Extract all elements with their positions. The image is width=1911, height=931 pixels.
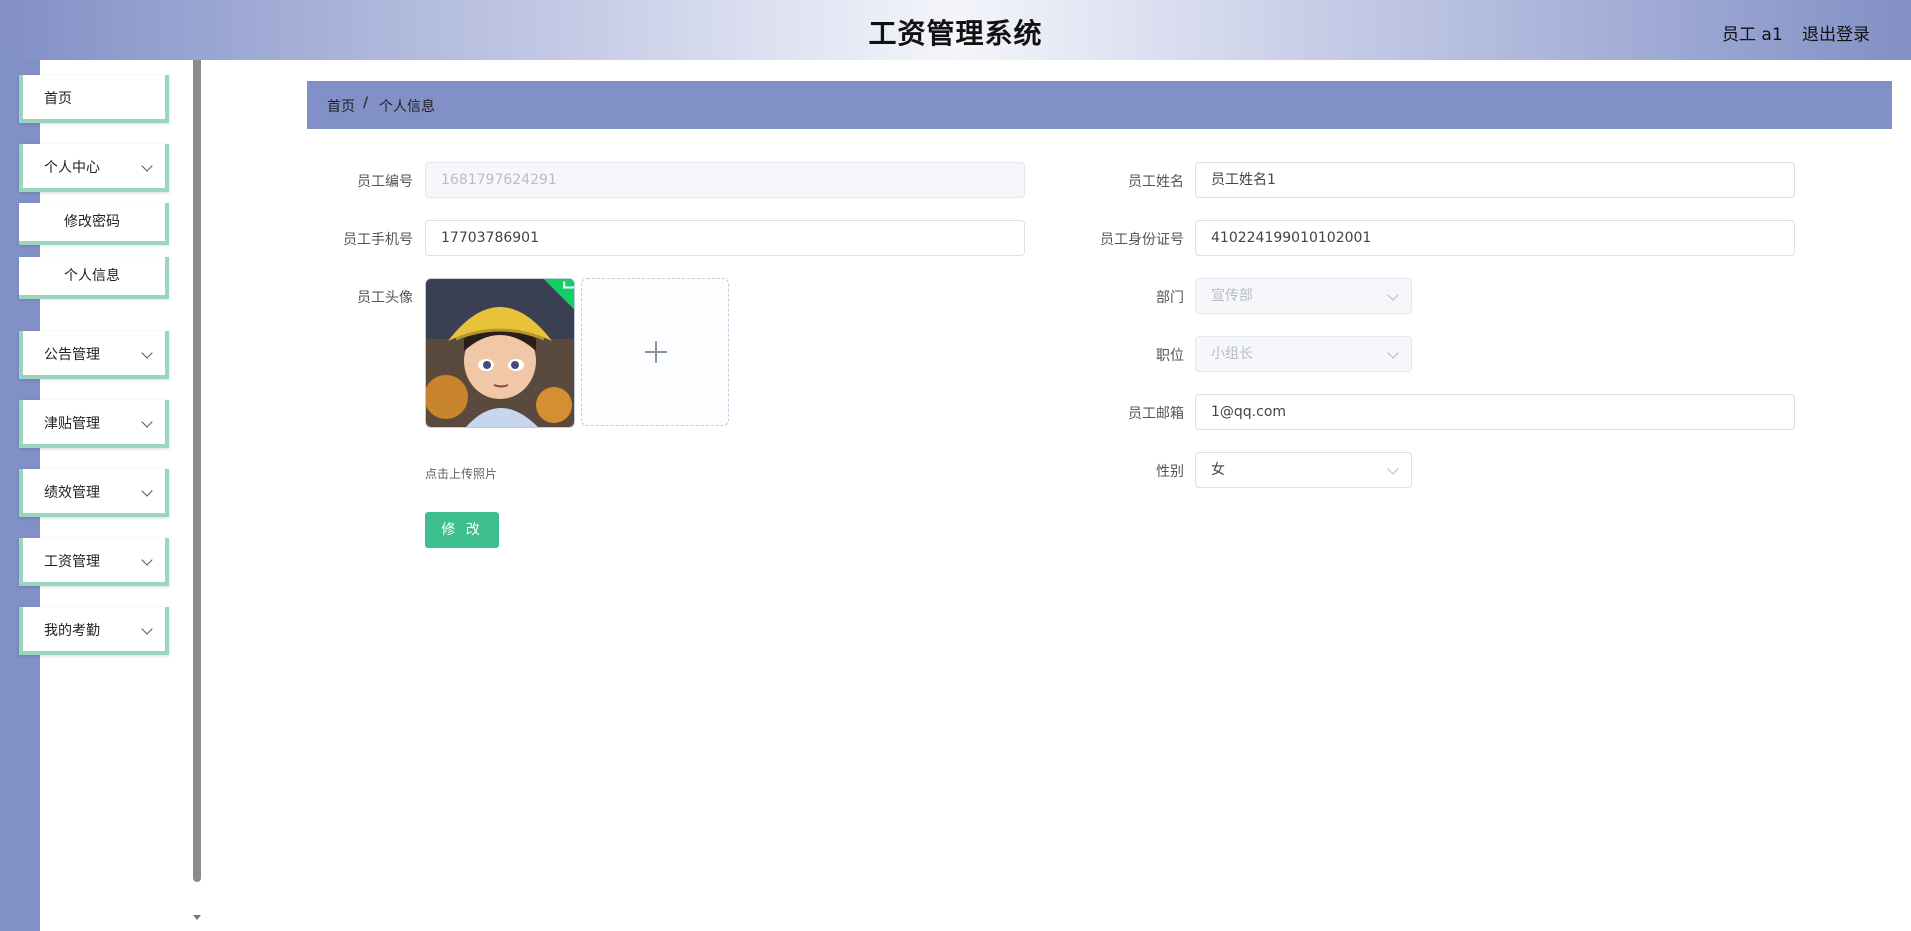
sidebar-item-label: 首页 — [44, 91, 72, 107]
avatar-image[interactable] — [425, 278, 575, 428]
sidebar-item-label: 津贴管理 — [44, 416, 100, 432]
position-select: 小组长 — [1195, 336, 1412, 372]
sidebar-item-performance-management[interactable]: 绩效管理 — [19, 469, 169, 517]
gender-label: 性别 — [1156, 464, 1184, 480]
plus-icon-vertical — [655, 341, 657, 363]
id-card-field[interactable]: 410224199010102001 — [1195, 220, 1795, 256]
top-header: 工资管理系统 员工 a1 退出登录 — [0, 0, 1911, 60]
emp-name-label: 员工姓名 — [1128, 174, 1184, 190]
sidebar-item-my-attendance[interactable]: 我的考勤 — [19, 607, 169, 655]
id-card-label: 员工身份证号 — [1100, 232, 1184, 248]
breadcrumb-separator: / — [363, 95, 369, 111]
current-user-label: 员工 a1 — [1722, 25, 1783, 45]
email-label: 员工邮箱 — [1128, 406, 1184, 422]
breadcrumb-home[interactable]: 首页 — [327, 96, 355, 116]
avatar-upload-button[interactable] — [581, 278, 729, 426]
emp-no-field: 1681797624291 — [425, 162, 1025, 198]
sidebar-subitem-label: 个人信息 — [64, 268, 120, 284]
check-icon — [563, 281, 574, 289]
avatar-label: 员工头像 — [357, 290, 413, 306]
chevron-down-icon — [141, 485, 153, 497]
emp-name-field[interactable]: 员工姓名1 — [1195, 162, 1795, 198]
department-value: 宣传部 — [1211, 288, 1253, 304]
sidebar-subitem-personal-info[interactable]: 个人信息 — [19, 257, 169, 299]
chevron-down-icon — [141, 160, 153, 172]
avatar-picture — [426, 279, 574, 427]
emp-no-label: 员工编号 — [357, 174, 413, 190]
breadcrumb: 首页 / 个人信息 — [307, 81, 1892, 129]
sidebar: 首页 个人中心 修改密码 个人信息 公告管理 津贴管理 绩效管理 工资管理 我的… — [0, 60, 200, 931]
sidebar-item-label: 我的考勤 — [44, 623, 100, 639]
chevron-down-icon — [141, 623, 153, 635]
app-title: 工资管理系统 — [868, 17, 1043, 50]
sidebar-item-label: 公告管理 — [44, 347, 100, 363]
sidebar-item-label: 个人中心 — [44, 160, 100, 176]
sidebar-item-allowance-management[interactable]: 津贴管理 — [19, 400, 169, 448]
position-label: 职位 — [1156, 348, 1184, 364]
department-label: 部门 — [1156, 290, 1184, 306]
chevron-down-icon — [141, 347, 153, 359]
sidebar-item-label: 工资管理 — [44, 554, 100, 570]
sidebar-item-notice-management[interactable]: 公告管理 — [19, 331, 169, 379]
chevron-down-icon — [141, 416, 153, 428]
sidebar-subitem-change-password[interactable]: 修改密码 — [19, 203, 169, 245]
gender-select[interactable]: 女 — [1195, 452, 1412, 488]
phone-field[interactable]: 17703786901 — [425, 220, 1025, 256]
position-value: 小组长 — [1211, 346, 1253, 362]
chevron-down-icon — [141, 554, 153, 566]
submit-button[interactable]: 修 改 — [425, 512, 499, 548]
sidebar-item-home[interactable]: 首页 — [19, 75, 169, 123]
sidebar-item-label: 绩效管理 — [44, 485, 100, 501]
sidebar-subitem-label: 修改密码 — [64, 214, 120, 230]
phone-label: 员工手机号 — [343, 232, 413, 248]
email-field[interactable]: 1@qq.com — [1195, 394, 1795, 430]
sidebar-scrollbar[interactable] — [193, 60, 201, 882]
department-select: 宣传部 — [1195, 278, 1412, 314]
gender-value: 女 — [1211, 462, 1225, 478]
scroll-down-arrow-icon[interactable] — [193, 915, 201, 920]
sidebar-item-personal-center[interactable]: 个人中心 — [19, 144, 169, 192]
upload-tip: 点击上传照片 — [425, 467, 498, 481]
breadcrumb-current: 个人信息 — [379, 99, 435, 115]
logout-link[interactable]: 退出登录 — [1802, 20, 1870, 45]
sidebar-item-salary-management[interactable]: 工资管理 — [19, 538, 169, 586]
